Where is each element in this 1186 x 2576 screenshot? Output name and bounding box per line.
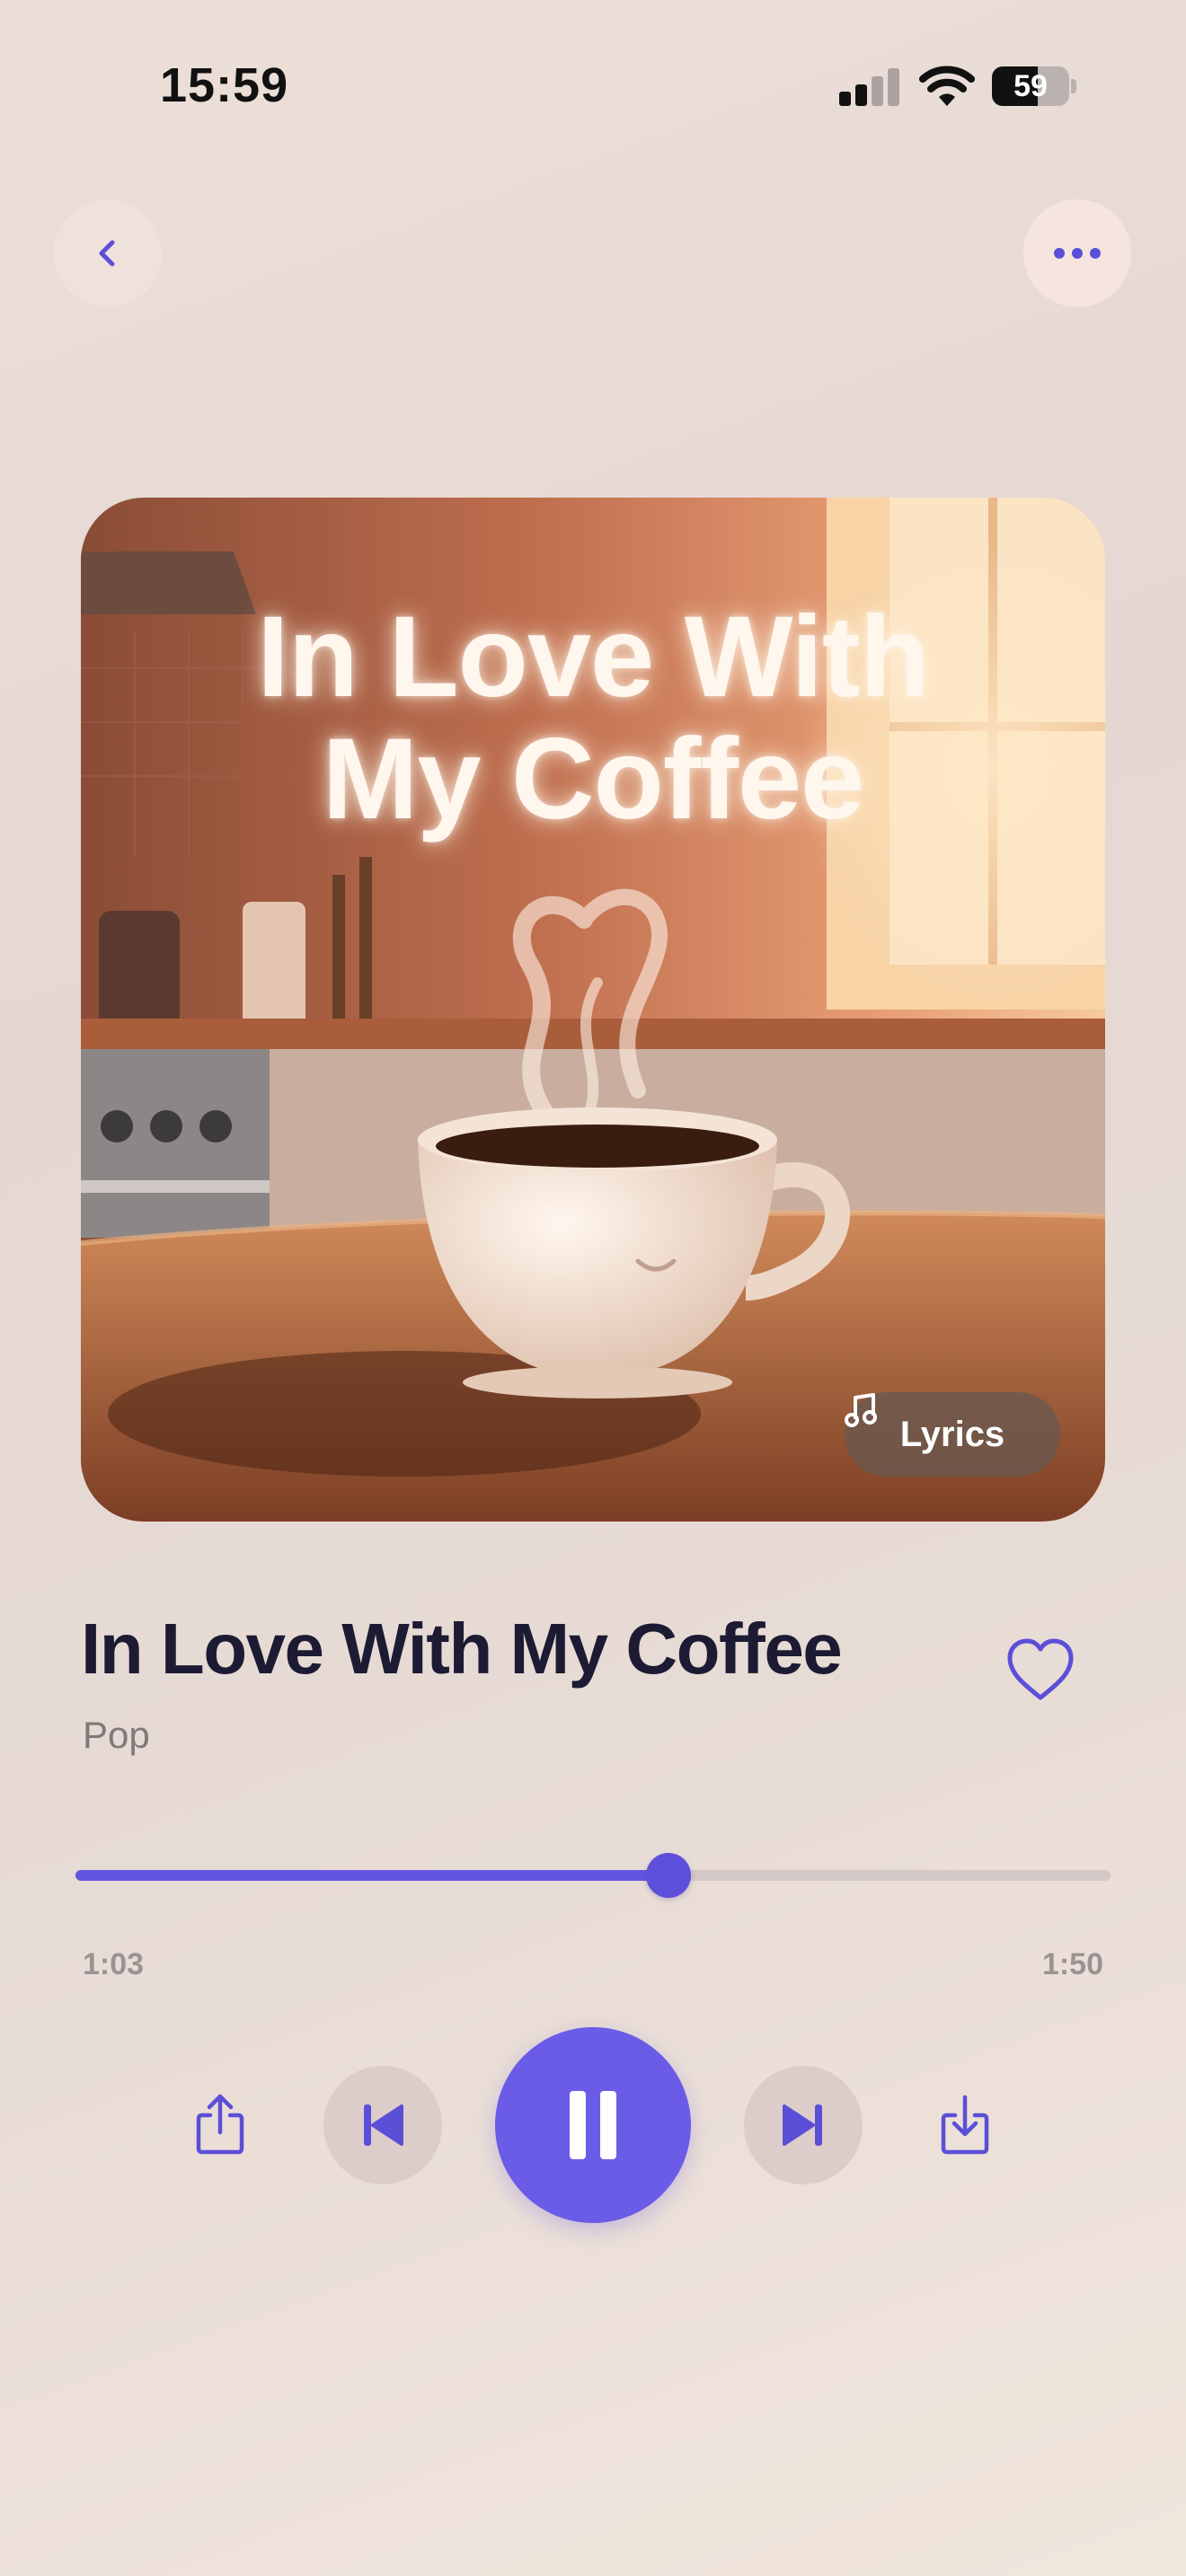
song-genre: Pop [83,1714,150,1756]
share-button[interactable] [184,2088,256,2160]
progress-fill [75,1870,669,1881]
music-note-icon [845,1393,877,1427]
album-artwork: In Love With My Coffee Lyrics [81,498,1105,1522]
download-button[interactable] [929,2088,1001,2160]
elapsed-time: 1:03 [83,1947,145,1981]
wifi-icon [919,66,975,106]
favorite-button[interactable] [1005,1636,1076,1705]
skip-forward-icon [783,2104,822,2146]
chevron-left-icon [99,240,115,267]
status-time: 15:59 [160,58,289,112]
previous-track-button[interactable] [323,2066,442,2184]
battery-tip [1071,79,1076,93]
heart-icon [1007,1638,1074,1700]
progress-thumb[interactable] [646,1853,692,1898]
song-title: In Love With My Coffee [81,1609,843,1689]
total-time: 1:50 [1041,1947,1103,1981]
skip-back-icon [364,2104,403,2146]
progress-slider[interactable] [75,1853,1111,1898]
play-pause-button[interactable] [495,2027,691,2223]
ellipsis-icon [1054,248,1101,259]
battery-percent: 59 [1013,68,1048,103]
cellular-signal-icon [839,68,902,106]
battery-icon: 59 [992,66,1069,106]
next-track-button[interactable] [744,2066,863,2184]
back-button[interactable] [54,199,162,307]
more-options-button[interactable] [1023,199,1131,307]
lyrics-label: Lyrics [899,1414,1005,1454]
share-icon [196,2094,244,2155]
artwork-title: In Love With My Coffee [257,593,930,843]
download-icon [941,2095,989,2155]
lyrics-button[interactable]: Lyrics [845,1392,1060,1477]
pause-icon [570,2091,616,2159]
